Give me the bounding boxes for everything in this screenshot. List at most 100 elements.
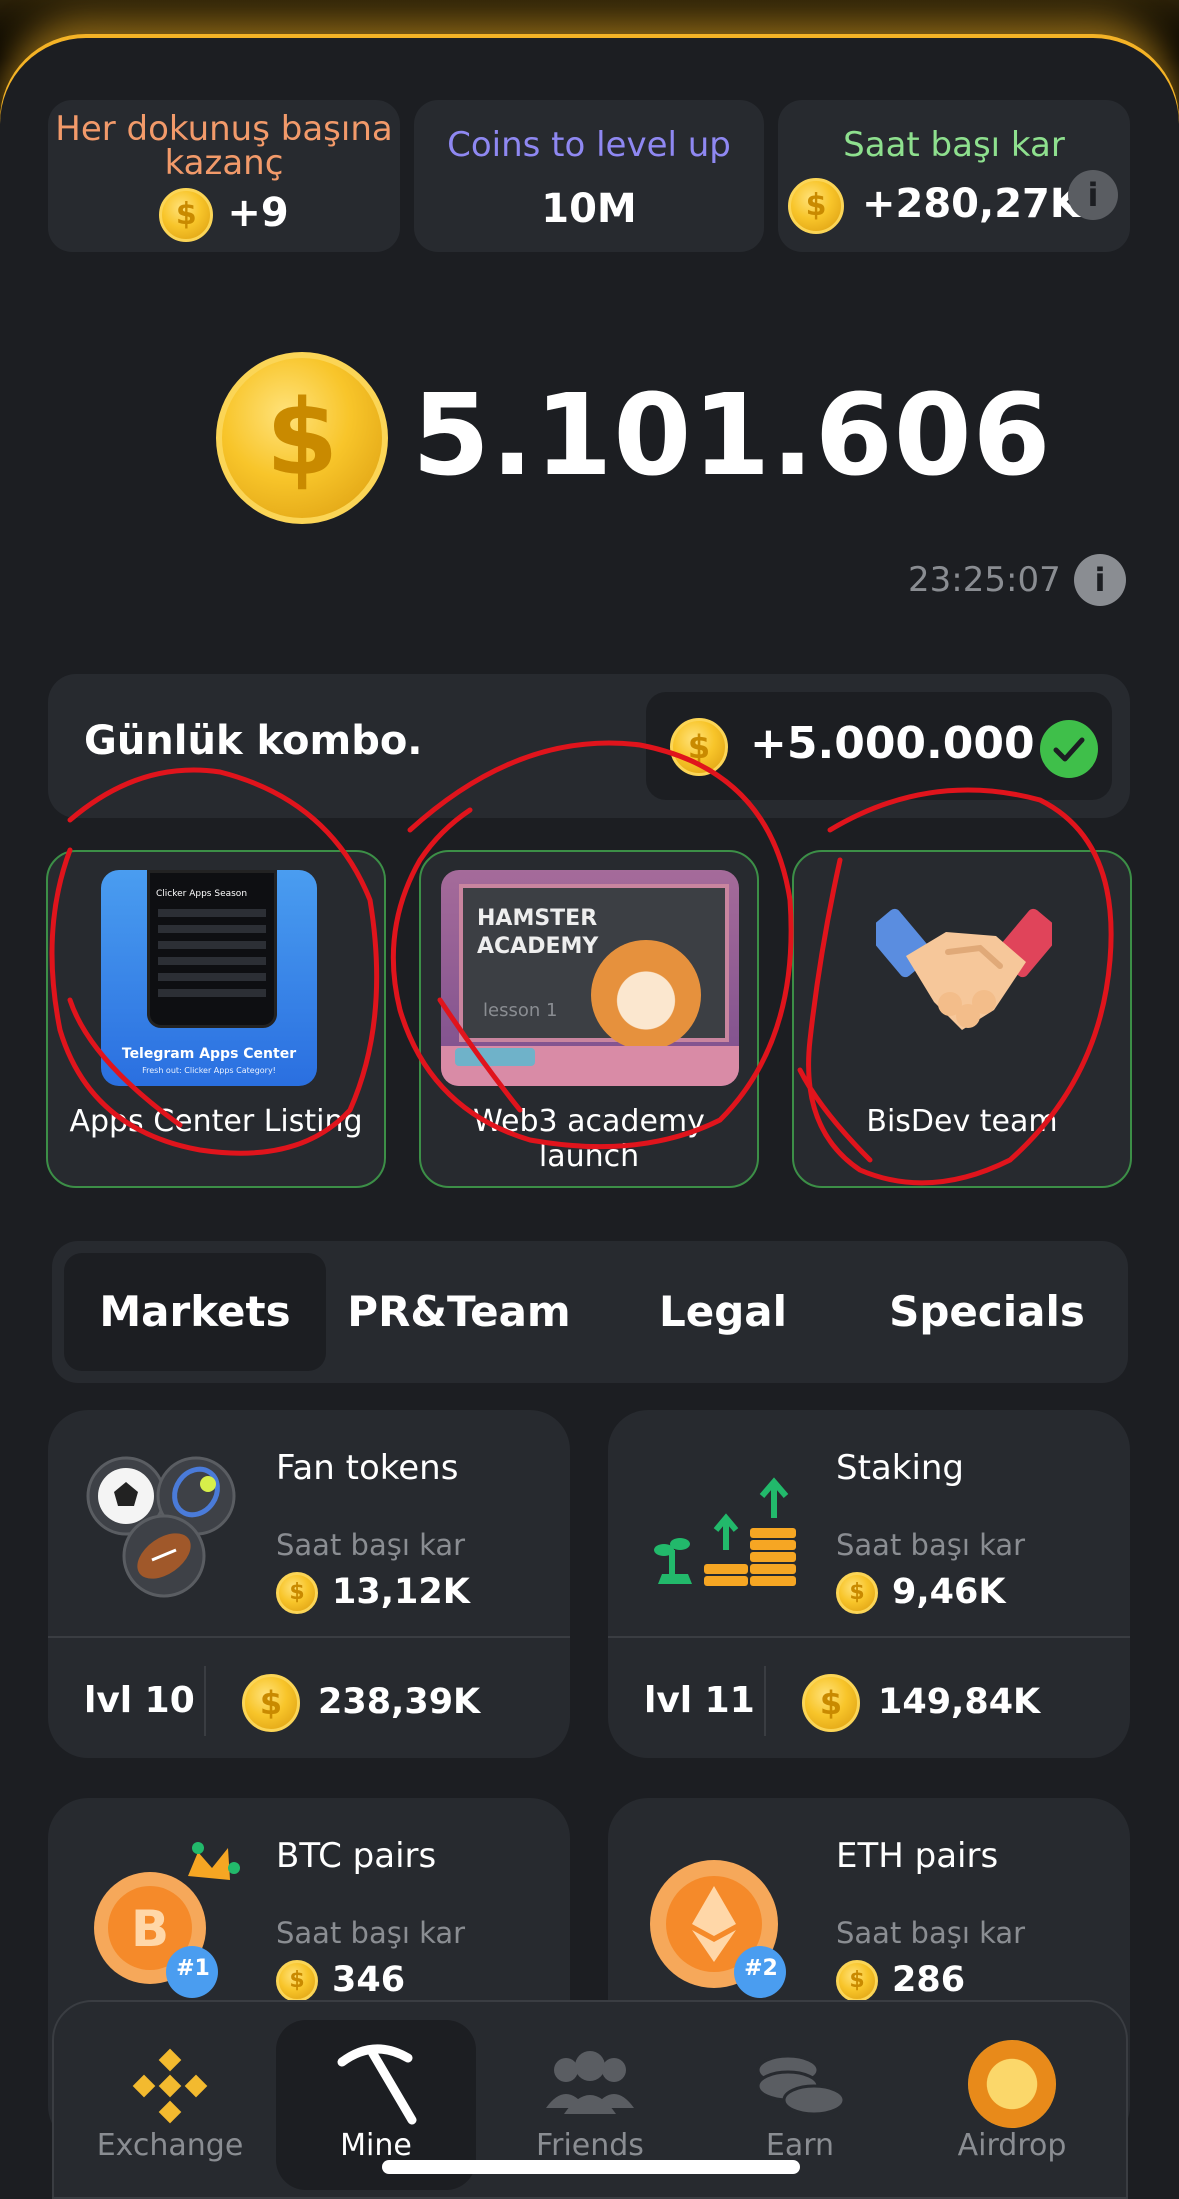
coins-to-level-up-label: Coins to level up	[447, 125, 731, 165]
mine-screen: Her dokunuş başına kazanç $ +9 Coins to l…	[0, 38, 1179, 2199]
market-card-level: lvl 10	[84, 1680, 195, 1721]
daily-combo-bar: Günlük kombo. $ +5.000.000	[48, 674, 1130, 818]
big-coin-icon: $	[216, 352, 388, 524]
market-card-subtitle: Saat başı kar	[276, 1528, 466, 1562]
coin-icon: $	[159, 188, 214, 242]
earn-per-tap-value: $ +9	[48, 188, 400, 242]
market-card-profit-amount: 9,46K	[892, 1572, 1006, 1612]
daily-combo-reward-amount: +5.000.000	[750, 718, 1035, 769]
divider	[764, 1666, 766, 1736]
market-card-title: Staking	[836, 1448, 965, 1488]
hamster-icon	[591, 940, 701, 1050]
combo-card-bisdev-team[interactable]: BisDev team	[792, 850, 1132, 1188]
market-card-profit-amount: 346	[332, 1960, 406, 2000]
nav-label: Friends	[536, 2128, 644, 2163]
divider	[204, 1666, 206, 1736]
coin-icon: $	[836, 1960, 878, 2002]
profit-per-hour-amount: +280,27K	[862, 181, 1081, 227]
market-card-price-amount: 149,84K	[878, 1682, 1041, 1722]
market-card-level: lvl 11	[644, 1680, 755, 1721]
nav-airdrop[interactable]: Airdrop	[912, 2020, 1112, 2190]
market-card-title: Fan tokens	[276, 1448, 459, 1488]
eth-icon: #2	[648, 1828, 818, 1998]
coin-icon: $	[788, 178, 844, 234]
apps-center-thumb-subtitle: Fresh out: Clicker Apps Category!	[142, 1066, 276, 1075]
info-icon[interactable]: i	[1074, 554, 1126, 606]
academy-thumb-line3: lesson 1	[483, 1000, 558, 1021]
market-card-staking[interactable]: Staking Saat başı kar $9,46K lvl 11 $149…	[608, 1410, 1130, 1758]
combo-timer: 23:25:07	[908, 560, 1061, 600]
market-card-price-amount: 238,39K	[318, 1682, 481, 1722]
market-card-subtitle: Saat başı kar	[276, 1916, 466, 1950]
divider	[608, 1636, 1130, 1638]
coins-to-level-up-value: 10M	[541, 186, 637, 232]
academy-thumb-line1: HAMSTER	[477, 906, 598, 931]
nav-label: Mine	[340, 2128, 412, 2163]
binance-icon	[128, 2044, 212, 2128]
market-card-profit: $286	[836, 1960, 965, 2002]
combo-card-apps-center[interactable]: Clicker Apps Season Telegram Apps Center…	[46, 850, 386, 1188]
market-card-title: BTC pairs	[276, 1836, 437, 1876]
profit-per-hour-label: Saat başı kar	[843, 125, 1065, 165]
btc-icon: B #1	[88, 1828, 258, 1998]
market-card-profit-amount: 13,12K	[332, 1572, 470, 1612]
home-indicator	[382, 2160, 800, 2174]
profit-per-hour-tile[interactable]: Saat başı kar $ +280,27K i	[778, 100, 1130, 252]
market-card-profit: $9,46K	[836, 1572, 1005, 1614]
coin-icon: $	[242, 1674, 300, 1732]
combo-card-caption: Apps Center Listing	[69, 1104, 363, 1139]
earn-per-tap-tile: Her dokunuş başına kazanç $ +9	[48, 100, 400, 252]
friends-icon	[544, 2046, 636, 2126]
phone-mockup: Clicker Apps Season	[147, 870, 277, 1028]
coin-icon: $	[802, 1674, 860, 1732]
market-card-price: $238,39K	[242, 1662, 480, 1742]
rank-badge: #2	[744, 1956, 778, 1981]
daily-combo-title: Günlük kombo.	[84, 718, 423, 764]
phone-screen-title: Clicker Apps Season	[156, 889, 248, 899]
earn-per-tap-label: Her dokunuş başına kazanç	[55, 109, 393, 183]
info-icon[interactable]: i	[1068, 170, 1118, 220]
coin-icon: $	[836, 1572, 878, 1614]
combo-card-caption: BisDev team	[866, 1104, 1058, 1139]
tab-legal[interactable]: Legal	[592, 1253, 854, 1371]
staking-icon	[652, 1466, 812, 1596]
nav-label: Exchange	[96, 2128, 244, 2163]
balance: $ 5.101.606	[216, 348, 1051, 524]
coin-icon: $	[670, 718, 728, 776]
sports-balls-icon	[84, 1450, 244, 1600]
daily-combo-reward: $ +5.000.000	[646, 692, 1112, 800]
handshake-icon	[867, 892, 1061, 1042]
nav-label: Earn	[765, 2128, 835, 2163]
coins-icon	[754, 2048, 846, 2124]
rank-badge: #1	[176, 1956, 210, 1981]
tab-markets[interactable]: Markets	[64, 1253, 326, 1371]
combo-card-caption: Web3 academy launch	[473, 1104, 705, 1174]
coin-icon: $	[276, 1572, 318, 1614]
apps-center-thumb-title: Telegram Apps Center	[121, 1046, 297, 1062]
hamster-academy-image: HAMSTER ACADEMY lesson 1	[441, 870, 739, 1086]
coin-icon: $	[276, 1960, 318, 2002]
earn-per-tap-amount: +9	[227, 190, 289, 236]
telegram-apps-center-image: Clicker Apps Season Telegram Apps Center…	[101, 870, 317, 1086]
market-card-fan-tokens[interactable]: Fan tokens Saat başı kar $13,12K lvl 10 …	[48, 1410, 570, 1758]
hamster-coin-icon	[968, 2040, 1056, 2128]
category-tabs: Markets PR&Team Legal Specials	[52, 1241, 1128, 1383]
market-card-title: ETH pairs	[836, 1836, 999, 1876]
pickaxe-icon	[334, 2038, 418, 2126]
check-icon	[1040, 720, 1098, 778]
tab-pr-team[interactable]: PR&Team	[328, 1253, 590, 1371]
balance-amount: 5.101.606	[412, 371, 1052, 501]
divider	[48, 1636, 570, 1638]
svg-text:B: B	[131, 1900, 169, 1958]
tab-specials[interactable]: Specials	[856, 1253, 1118, 1371]
market-card-subtitle: Saat başı kar	[836, 1528, 1026, 1562]
market-card-price: $149,84K	[802, 1662, 1040, 1742]
market-card-profit: $346	[276, 1960, 405, 2002]
market-card-profit-amount: 286	[892, 1960, 966, 2000]
academy-thumb-line2: ACADEMY	[477, 934, 599, 959]
market-card-profit: $13,12K	[276, 1572, 470, 1614]
nav-exchange[interactable]: Exchange	[70, 2020, 270, 2190]
coins-to-level-up-tile: Coins to level up 10M	[414, 100, 764, 252]
market-card-subtitle: Saat başı kar	[836, 1916, 1026, 1950]
combo-card-web3-academy[interactable]: HAMSTER ACADEMY lesson 1 Web3 academy la…	[419, 850, 759, 1188]
